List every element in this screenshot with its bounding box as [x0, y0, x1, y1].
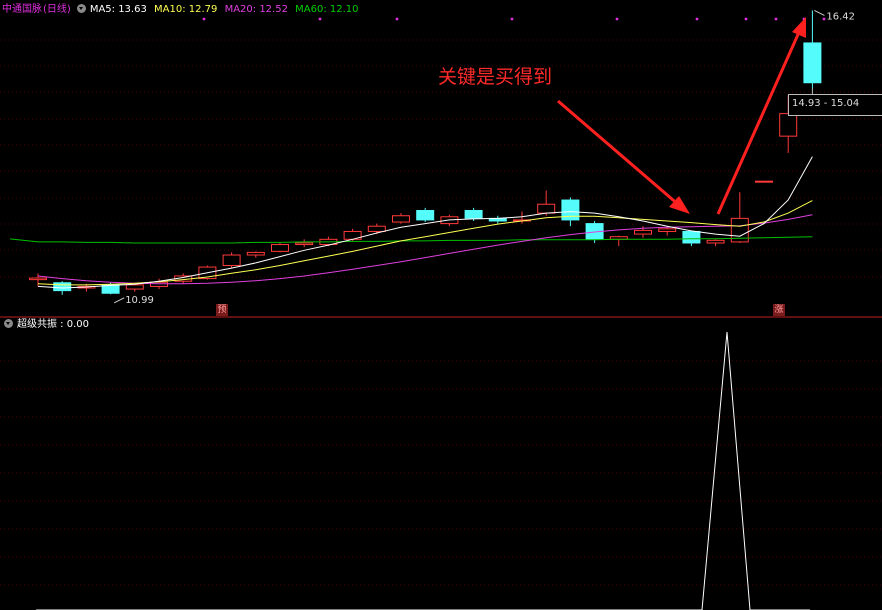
tag-right-badge: 涨 — [773, 304, 785, 316]
marker-dot — [774, 17, 778, 21]
candle — [537, 190, 556, 216]
candle-body — [271, 244, 289, 252]
ma5-line — [37, 156, 813, 289]
stock-name[interactable]: 中通国脉 — [2, 4, 42, 15]
candle — [246, 251, 265, 258]
candle-body — [634, 229, 652, 235]
candle-body — [222, 254, 241, 266]
candle-body — [682, 230, 701, 244]
price-chart[interactable]: 16.42 10.99 — [0, 0, 882, 318]
candle — [222, 252, 241, 269]
annotation-arrow — [557, 99, 681, 208]
price-range-box: 14.93 - 15.04 — [788, 94, 882, 116]
price-range-label: 14.93 - 15.04 — [792, 98, 860, 109]
ma20-label: MA20: 12.52 — [224, 4, 288, 15]
candle-body — [125, 284, 144, 290]
marker-dot — [615, 17, 619, 21]
candle — [755, 180, 773, 183]
ma60-line-ext — [9, 238, 39, 243]
candle — [416, 207, 435, 223]
legend-toggle-icon[interactable] — [76, 4, 86, 13]
indicator-chart[interactable] — [0, 318, 882, 610]
low-pointer — [113, 297, 125, 304]
candle-body — [658, 228, 677, 232]
candle — [271, 242, 289, 253]
candle-body — [416, 210, 435, 221]
ma10-label: MA10: 12.79 — [154, 4, 218, 15]
annotation-arrowhead — [792, 17, 806, 38]
marker-dot — [318, 17, 322, 21]
indicator-toggle-icon[interactable] — [4, 319, 13, 328]
ma60-label: MA60: 12.10 — [295, 4, 359, 15]
high-price-label: 16.42 — [826, 11, 855, 22]
candle-body — [803, 42, 822, 84]
candle-body — [246, 251, 265, 256]
candle — [706, 239, 725, 247]
candle-body — [53, 282, 72, 292]
marker-dot — [510, 17, 514, 21]
candle-body — [392, 215, 410, 223]
candle — [295, 239, 314, 248]
candle — [682, 230, 701, 247]
candle-body — [779, 113, 798, 137]
indicator-legend: 超级共振 : 0.00 — [2, 318, 93, 332]
ma5-label: MA5: 13.63 — [89, 4, 147, 15]
candle-body — [464, 210, 483, 219]
candle — [803, 10, 822, 89]
candle-body — [367, 225, 386, 232]
tag-left-badge: 预 — [216, 304, 228, 316]
candle-body — [295, 242, 314, 246]
marker-dot — [202, 17, 206, 21]
candle-body — [755, 180, 773, 183]
period-label: (日线) — [43, 4, 71, 15]
candle-body — [150, 281, 168, 287]
indicator-line — [36, 331, 810, 610]
annotation-text: 关键是买得到 — [438, 66, 553, 88]
main-legend: 中通国脉(日线) MA5: 13.63 MA10: 12.79 MA20: 12.… — [2, 3, 363, 17]
marker-dot — [395, 17, 399, 21]
marker-dot — [744, 17, 748, 21]
candle-body — [29, 277, 47, 281]
ma20-line — [37, 214, 813, 285]
candle-body — [537, 203, 556, 214]
marker-dot — [695, 17, 699, 21]
candle — [392, 213, 410, 224]
high-pointer — [814, 10, 825, 16]
candle — [609, 235, 628, 247]
candle — [488, 215, 507, 224]
candle — [658, 227, 677, 236]
indicator-title: 超级共振 : 0.00 — [17, 319, 89, 330]
candle-body — [706, 239, 725, 244]
low-price-label: 10.99 — [125, 295, 154, 306]
marker-dot — [822, 17, 826, 21]
